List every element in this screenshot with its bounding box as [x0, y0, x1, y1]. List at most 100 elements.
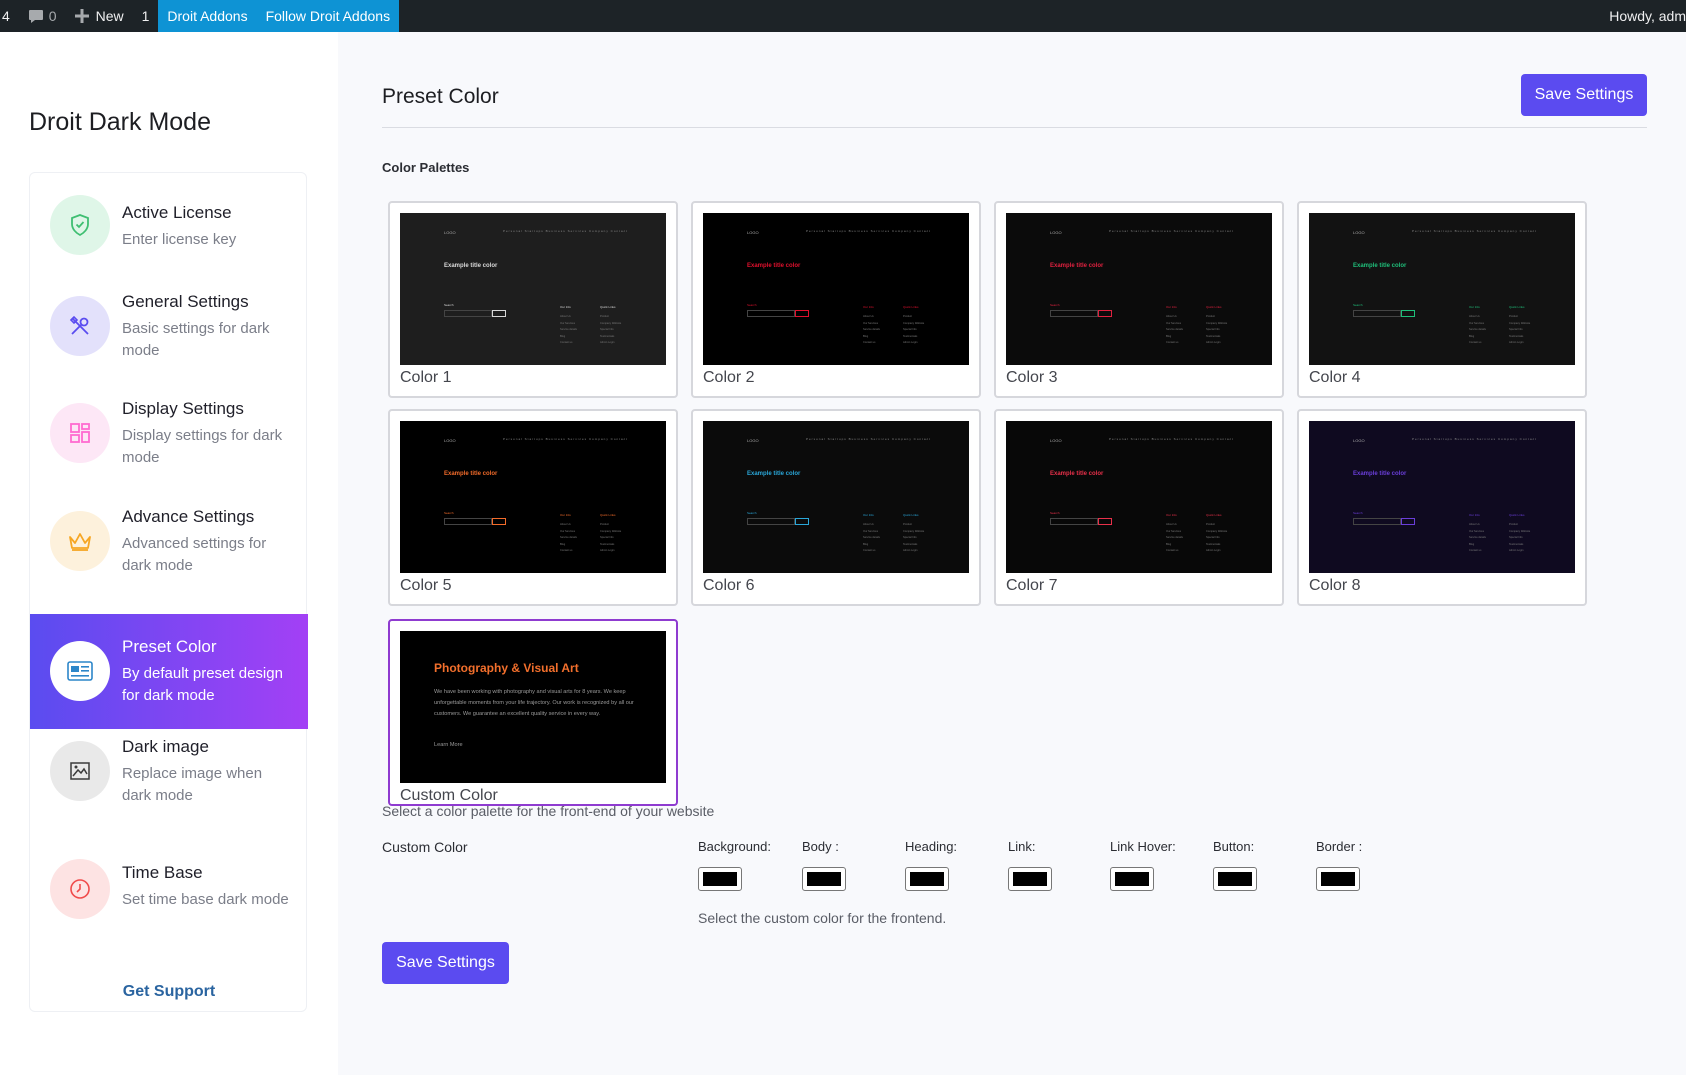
palette-preview: LOGO Personal Startups Business Services … [703, 213, 969, 365]
preview-col1-lines: About Us Our Services Service details Blog C… [1469, 314, 1486, 347]
palette-card[interactable]: LOGO Personal Startups Business Services … [691, 201, 981, 398]
nav-item-dark-image[interactable]: Dark image Replace image when dark mode [30, 733, 308, 848]
color-swatch-input[interactable] [1213, 867, 1257, 891]
preview-search-input [747, 310, 795, 317]
preview-col1-lines: About Us Our Services Service details Blog C… [560, 522, 577, 555]
preview-line: Admin Login [600, 549, 615, 552]
preview-logo: LOGO [1353, 230, 1365, 235]
preview-col2-lines: Product Company Website Special Info Testim… [1206, 314, 1227, 347]
preview-title: Example title color [747, 263, 801, 269]
nav-item-active-license[interactable]: Active License Enter license key [30, 183, 308, 298]
color-swatch-input[interactable] [905, 867, 949, 891]
preview-col2-lines: Product Company Website Special Info Testim… [600, 314, 621, 347]
custom-preview: Photography & Visual Art We have been wo… [400, 631, 666, 783]
preview-col2-lines: Product Company Website Special Info Testim… [903, 522, 924, 555]
color-field-label: Body : [802, 839, 839, 854]
preview-search-input [1050, 518, 1098, 525]
custom-color-hint: Select the custom color for the frontend… [698, 910, 947, 926]
preview-search-button [1401, 518, 1415, 525]
color-field-label: Heading: [905, 839, 958, 854]
preview-nav: Personal Startups Business Services Comp… [1411, 229, 1537, 233]
preview-search-button [795, 518, 809, 525]
color-swatch-input[interactable] [698, 867, 742, 891]
preview-search-label: Search [1353, 511, 1363, 515]
palette-label: Color 7 [1006, 577, 1058, 594]
follow-droit-addons-link[interactable]: Follow Droit Addons [256, 0, 400, 32]
palette-card[interactable]: LOGO Personal Startups Business Services … [994, 201, 1284, 398]
get-support-link[interactable]: Get Support [30, 983, 308, 1001]
custom-preview-title: Photography & Visual Art [434, 661, 579, 675]
updates-item[interactable]: 4 [0, 0, 19, 32]
palette-preview: LOGO Personal Startups Business Services … [1309, 213, 1575, 365]
nav-item-preset-color[interactable]: Preset Color By default preset design fo… [30, 614, 308, 729]
preview-col2-lines: Product Company Website Special Info Testim… [1206, 522, 1227, 555]
preview-nav: Personal Startups Business Services Comp… [805, 229, 931, 233]
nav-item-time-base[interactable]: Time Base Set time base dark mode [30, 843, 308, 958]
preview-nav: Personal Startups Business Services Comp… [502, 229, 628, 233]
plus-icon [74, 9, 89, 23]
preview-col1-lines: About Us Our Services Service details Blog C… [560, 314, 577, 347]
preview-nav: Personal Startups Business Services Comp… [805, 437, 931, 441]
palette-card[interactable]: LOGO Personal Startups Business Services … [691, 409, 981, 606]
preview-title: Example title color [444, 263, 498, 269]
howdy-user[interactable]: Howdy, adm [1600, 0, 1686, 32]
color-field-body: Body : [802, 839, 846, 891]
palette-card[interactable]: LOGO Personal Startups Business Services … [1297, 201, 1587, 398]
notification-item[interactable]: 1 [133, 0, 159, 32]
color-field-label: Border : [1316, 839, 1363, 854]
preview-line: Service details [863, 328, 880, 331]
nav-title: General Settings [122, 292, 249, 311]
preview-search-label: Search [1353, 303, 1363, 307]
palette-card[interactable]: LOGO Personal Startups Business Services … [388, 409, 678, 606]
preview-col1-heading: Our Info [1469, 305, 1480, 309]
save-settings-button-top[interactable]: Save Settings [1521, 74, 1647, 116]
crown-icon [50, 511, 110, 571]
color-field-link-hover: Link Hover: [1110, 839, 1176, 891]
preview-col2-lines: Product Company Website Special Info Testim… [1509, 522, 1530, 555]
preview-line: Contact us [1469, 341, 1482, 344]
preview-search-label: Search [1050, 511, 1060, 515]
preview-search-input [1050, 310, 1098, 317]
comments-item[interactable]: 0 [19, 0, 66, 32]
preview-line: Service details [560, 536, 577, 539]
palette-card[interactable]: LOGO Personal Startups Business Services … [994, 409, 1284, 606]
color-swatch-input[interactable] [1316, 867, 1360, 891]
preview-logo: LOGO [747, 438, 759, 443]
preset-card-icon [50, 641, 110, 701]
nav-item-advance-settings[interactable]: Advance Settings Advanced settings for d… [30, 503, 308, 618]
preview-search-button [492, 518, 506, 525]
preview-col1-heading: Our Info [560, 305, 571, 309]
palette-label: Color 2 [703, 369, 755, 386]
nav-desc: Set time base dark mode [122, 891, 289, 908]
color-field-border: Border : [1316, 839, 1363, 891]
custom-preview-body: We have been working with photography an… [434, 689, 634, 717]
updates-count: 4 [2, 8, 10, 24]
palette-preview: LOGO Personal Startups Business Services … [1309, 421, 1575, 573]
nav-desc: Enter license key [122, 231, 237, 248]
nav-item-display-settings[interactable]: Display Settings Display settings for da… [30, 395, 308, 510]
nav-desc: Basic settings for dark mode [122, 320, 270, 359]
preview-logo: LOGO [444, 230, 456, 235]
palette-card-custom[interactable]: Photography & Visual Art We have been wo… [388, 619, 678, 806]
preview-col2-lines: Product Company Website Special Info Testim… [1509, 314, 1530, 347]
droit-addons-link[interactable]: Droit Addons [158, 0, 257, 32]
preview-col1-lines: About Us Our Services Service details Blog C… [863, 314, 880, 347]
color-swatch-input[interactable] [802, 867, 846, 891]
nav-title: Active License [122, 203, 232, 222]
preview-line: Admin Login [1509, 341, 1524, 344]
palette-card[interactable]: LOGO Personal Startups Business Services … [1297, 409, 1587, 606]
color-palettes-label: Color Palettes [382, 160, 470, 175]
preview-search-label: Search [1050, 303, 1060, 307]
nav-item-general-settings[interactable]: General Settings Basic settings for dark… [30, 286, 308, 401]
color-swatch-input[interactable] [1110, 867, 1154, 891]
preview-col1-lines: About Us Our Services Service details Blog C… [863, 522, 880, 555]
preview-col1-heading: Our Info [1166, 513, 1177, 517]
nav-desc: Display settings for dark mode [122, 427, 283, 466]
new-item[interactable]: New [66, 0, 133, 32]
tools-icon [50, 296, 110, 356]
color-swatch-input[interactable] [1008, 867, 1052, 891]
comments-count: 0 [48, 8, 57, 24]
preview-title: Example title color [444, 471, 498, 477]
palette-card[interactable]: LOGO Personal Startups Business Services … [388, 201, 678, 398]
save-settings-button-bottom[interactable]: Save Settings [382, 942, 509, 984]
